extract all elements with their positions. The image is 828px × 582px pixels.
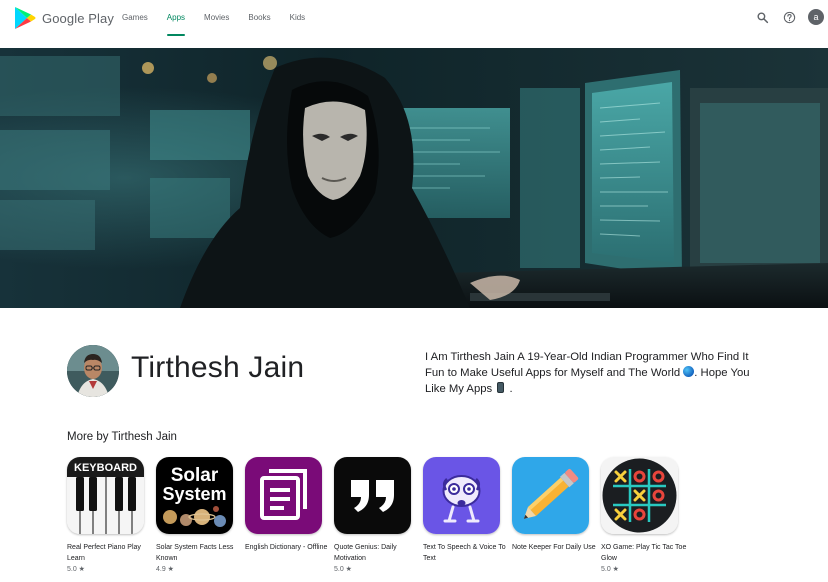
developer-about: I Am Tirthesh Jain A 19-Year-Old Indian … <box>425 349 770 397</box>
app-card-note-keeper[interactable]: Note Keeper For Daily Use <box>512 457 596 553</box>
play-logo-icon <box>15 7 36 29</box>
header-actions: a <box>752 7 828 27</box>
app-name: Real Perfect Piano Play Learn <box>67 544 141 562</box>
globe-emoji-icon <box>683 366 695 377</box>
help-icon <box>783 11 795 23</box>
google-play-logo[interactable]: Google Play <box>14 6 114 30</box>
nav-kids[interactable]: Kids <box>290 13 306 33</box>
developer-avatar <box>67 345 119 397</box>
top-nav: Games Apps Movies Books Kids <box>122 0 324 48</box>
logo-text: Google Play <box>42 10 114 26</box>
keyboard-icon-label: KEYBOARD <box>74 462 137 474</box>
app-name: XO Game: Play Tic Tac Toe Glow <box>601 544 687 562</box>
app-card-text-to-speech[interactable]: Text To Speech & Voice To Text <box>423 457 506 564</box>
tic-tac-toe-icon <box>601 457 678 534</box>
app-name: Note Keeper For Daily Use <box>512 544 596 551</box>
app-rating: 5.0 ★ <box>67 566 85 573</box>
nav-apps[interactable]: Apps <box>166 13 186 36</box>
app-name: Quote Genius: Daily Motivation <box>334 544 397 562</box>
more-by-heading: More by Tirthesh Jain <box>67 431 177 443</box>
app-rating: 5.0 ★ <box>601 566 619 573</box>
app-name: Solar System Facts Less Known <box>156 544 234 562</box>
app-rating: 5.0 ★ <box>334 566 352 573</box>
account-avatar[interactable]: a <box>808 9 824 25</box>
svg-text:System: System <box>162 484 226 504</box>
phone-emoji-icon <box>497 382 505 393</box>
quote-icon <box>334 457 411 534</box>
developer-banner-image <box>0 48 828 308</box>
app-name: English Dictionary - Offline <box>245 544 328 551</box>
keyboard-icon: KEYBOARD <box>67 457 144 534</box>
solar-system-icon: Solar System <box>156 457 233 534</box>
developer-name: Tirthesh Jain <box>131 351 305 384</box>
hooded-hacker-image <box>0 48 828 308</box>
app-card-piano[interactable]: KEYBOARD Real Perfect Piano Play Learn 5… <box>67 457 145 573</box>
nav-books[interactable]: Books <box>248 13 270 33</box>
dictionary-icon <box>245 457 322 534</box>
app-card-dictionary[interactable]: English Dictionary - Offline <box>245 457 327 553</box>
more-by-apps-list: KEYBOARD Real Perfect Piano Play Learn 5… <box>67 457 767 582</box>
speech-bot-icon <box>423 457 500 534</box>
search-icon <box>756 11 768 23</box>
developer-photo <box>67 345 119 397</box>
help-button[interactable] <box>779 7 799 27</box>
svg-text:Solar: Solar <box>171 465 219 486</box>
search-button[interactable] <box>752 7 772 27</box>
top-app-bar: Google Play Games Apps Movies Books Kids… <box>0 0 828 48</box>
nav-games[interactable]: Games <box>122 13 148 33</box>
nav-movies[interactable]: Movies <box>204 13 229 33</box>
app-rating: 4.9 ★ <box>156 566 174 573</box>
app-name: Text To Speech & Voice To Text <box>423 544 506 562</box>
pencil-icon <box>512 457 589 534</box>
about-text-3: . <box>509 383 513 395</box>
app-card-quote-genius[interactable]: Quote Genius: Daily Motivation 5.0 ★ <box>334 457 412 573</box>
app-card-solar-system[interactable]: Solar System Solar System Facts Less Kno… <box>156 457 234 573</box>
app-card-xo-game[interactable]: XO Game: Play Tic Tac Toe Glow 5.0 ★ <box>601 457 686 573</box>
